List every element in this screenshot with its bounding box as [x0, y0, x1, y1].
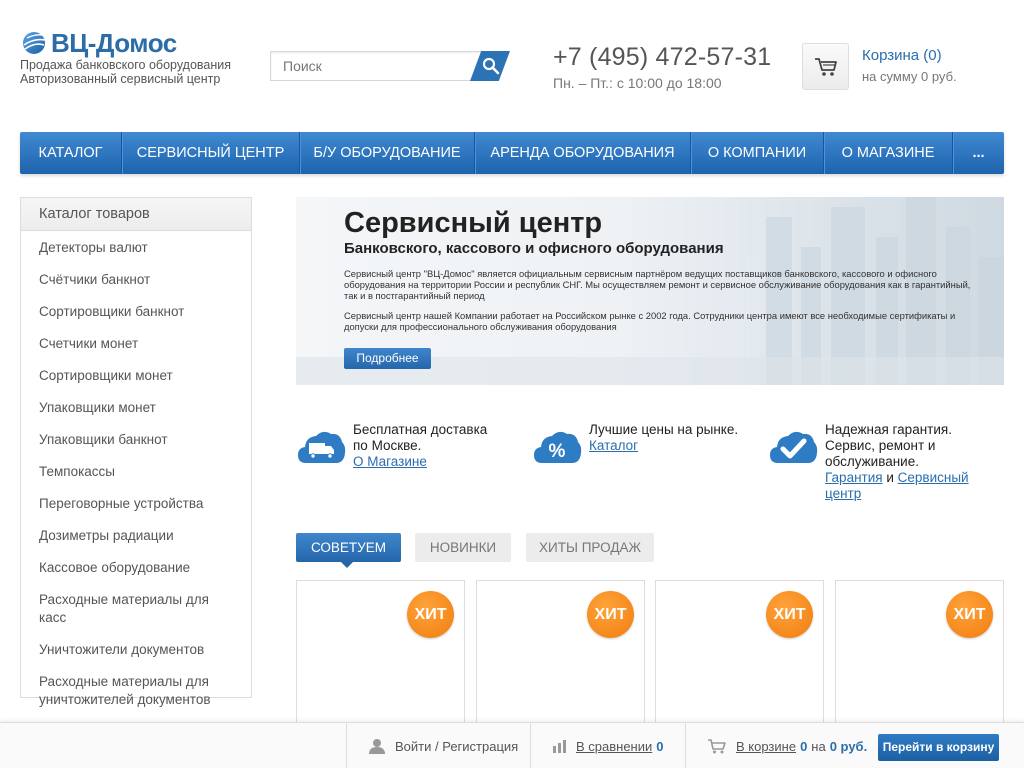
- login-register-label[interactable]: Войти / Регистрация: [395, 739, 518, 754]
- cart-label[interactable]: В корзине: [736, 739, 796, 754]
- logo-subtitle-2: Авторизованный сервисный центр: [20, 72, 221, 86]
- cart-icon: [708, 739, 726, 754]
- nav-equipment-rental[interactable]: АРЕНДА ОБОРУДОВАНИЯ: [475, 132, 691, 174]
- search-form: [270, 51, 510, 81]
- sidebar-item-tempo-cashboxes[interactable]: Темпокассы: [21, 456, 251, 488]
- about-store-link[interactable]: О Магазине: [353, 454, 427, 469]
- phone-number[interactable]: +7 (495) 472-57-31: [553, 43, 771, 72]
- login-register[interactable]: Войти / Регистрация: [368, 723, 518, 768]
- active-tab-arrow: [340, 561, 354, 568]
- sidebar-item-banknote-packers[interactable]: Упаковщики банкнот: [21, 424, 251, 456]
- svg-text:%: %: [549, 441, 566, 462]
- logo-globe-icon: [23, 32, 46, 54]
- sidebar-item-cash-consumables[interactable]: Расходные материалы для касс: [21, 584, 251, 634]
- compare-label[interactable]: В сравнении: [576, 739, 652, 754]
- bottom-panel: Войти / Регистрация В сравнении 0 В корз…: [0, 722, 1024, 768]
- feature-warranty-line-1: Надежная гарантия.: [825, 422, 952, 437]
- feature-delivery-line-1: Бесплатная доставка: [353, 422, 488, 437]
- sidebar-item-cash-equipment[interactable]: Кассовое оборудование: [21, 552, 251, 584]
- banner-title: Сервисный центр: [344, 207, 603, 239]
- banner-subtitle: Банковского, кассового и офисного оборуд…: [344, 240, 724, 257]
- compare-chart-icon: [553, 740, 566, 753]
- logo-title: ВЦ-Домос: [51, 28, 177, 58]
- checkmark-cloud-icon: [770, 431, 818, 463]
- nav-used-equipment[interactable]: Б/У ОБОРУДОВАНИЕ: [300, 132, 475, 174]
- cart-link[interactable]: Корзина (0): [862, 47, 942, 64]
- feature-prices: % Лучшие цены на рынке. Каталог: [532, 422, 738, 467]
- nav-catalog[interactable]: КАТАЛОГ: [20, 132, 122, 174]
- nav-about-company[interactable]: О КОМПАНИИ: [691, 132, 824, 174]
- hit-badge: ХИТ: [946, 591, 993, 638]
- product-card[interactable]: ХИТ: [835, 580, 1004, 730]
- sidebar-item-coin-sorters[interactable]: Сортировщики монет: [21, 360, 251, 392]
- cart-sum: на сумму 0 руб.: [862, 69, 957, 84]
- sidebar-item-banknote-sorters[interactable]: Сортировщики банкнот: [21, 296, 251, 328]
- cart-widget[interactable]: В корзине 0 на 0 руб.: [707, 723, 867, 768]
- compare-widget[interactable]: В сравнении 0: [552, 723, 664, 768]
- go-to-cart-button[interactable]: Перейти в корзину: [878, 734, 999, 761]
- catalog-link[interactable]: Каталог: [589, 438, 638, 453]
- sidebar-title[interactable]: Каталог товаров: [21, 198, 251, 231]
- sidebar-item-shredders[interactable]: Уничтожители документов: [21, 634, 251, 666]
- cart-total: 0 руб.: [829, 738, 868, 754]
- sidebar-item-coin-packers[interactable]: Упаковщики монет: [21, 392, 251, 424]
- sidebar-item-shredder-consumables[interactable]: Расходные материалы для уничтожителей до…: [21, 666, 251, 716]
- feature-prices-line-1: Лучшие цены на рынке.: [589, 422, 739, 437]
- feature-warranty-line-2: Сервис, ремонт и: [825, 438, 936, 453]
- search-input[interactable]: [270, 51, 482, 81]
- logo[interactable]: ВЦ-Домос Продажа банковского оборудовани…: [20, 28, 250, 86]
- warranty-link[interactable]: Гарантия: [825, 470, 883, 485]
- nav-service-center[interactable]: СЕРВИСНЫЙ ЦЕНТР: [122, 132, 300, 174]
- promo-banner: Сервисный центр Банковского, кассового и…: [296, 197, 1004, 385]
- sidebar-item-dosimeters[interactable]: Дозиметры радиации: [21, 520, 251, 552]
- feature-delivery-line-2: по Москве.: [353, 438, 422, 453]
- nav-more[interactable]: ...: [953, 132, 1004, 174]
- main-nav: КАТАЛОГ СЕРВИСНЫЙ ЦЕНТР Б/У ОБОРУДОВАНИЕ…: [20, 132, 1004, 174]
- tab-bestsellers[interactable]: ХИТЫ ПРОДАЖ: [526, 533, 654, 562]
- cart-button[interactable]: [802, 43, 849, 90]
- product-card[interactable]: ХИТ: [655, 580, 824, 730]
- compare-count: 0: [656, 738, 664, 754]
- nav-about-store[interactable]: О МАГАЗИНЕ: [824, 132, 953, 174]
- banner-more-button[interactable]: Подробнее: [344, 348, 431, 369]
- feature-warranty: Надежная гарантия. Сервис, ремонт и обсл…: [768, 422, 969, 502]
- hit-badge: ХИТ: [766, 591, 813, 638]
- divider: [685, 723, 686, 768]
- sidebar-item-intercoms[interactable]: Переговорные устройства: [21, 488, 251, 520]
- logo-subtitle-1: Продажа банковского оборудования: [20, 58, 232, 72]
- hit-badge: ХИТ: [587, 591, 634, 638]
- cart-icon: [814, 57, 837, 76]
- product-card[interactable]: ХИТ: [476, 580, 645, 730]
- tab-new[interactable]: НОВИНКИ: [415, 533, 511, 562]
- catalog-sidebar: Каталог товаров Детекторы валют Счётчики…: [20, 197, 252, 707]
- sidebar-item-banknote-counters[interactable]: Счётчики банкнот: [21, 264, 251, 296]
- divider: [346, 723, 347, 768]
- cart-count: 0: [800, 738, 808, 754]
- service-center-link-cont[interactable]: центр: [825, 486, 861, 501]
- banner-paragraph-1: Сервисный центр "ВЦ-Домос" является офиц…: [344, 268, 971, 301]
- tab-recommended[interactable]: СОВЕТУЕМ: [296, 533, 401, 562]
- banner-paragraph-2: Сервисный центр нашей Компании работает …: [344, 310, 956, 332]
- divider: [530, 723, 531, 768]
- search-icon: [482, 57, 500, 75]
- feature-delivery: Бесплатная доставка по Москве. О Магазин…: [296, 422, 487, 470]
- hit-badge: ХИТ: [407, 591, 454, 638]
- percent-badge-icon: %: [534, 431, 582, 463]
- user-icon: [369, 739, 385, 754]
- feature-warranty-line-3: обслуживание.: [825, 454, 919, 469]
- feature-warranty-conj: и: [886, 470, 894, 485]
- service-center-link[interactable]: Сервисный: [898, 470, 969, 485]
- working-hours: Пн. – Пт.: с 10:00 до 18:00: [553, 75, 722, 91]
- sidebar-item-currency-detectors[interactable]: Детекторы валют: [21, 232, 251, 264]
- sidebar-item-coin-counters[interactable]: Счетчики монет: [21, 328, 251, 360]
- product-card[interactable]: ХИТ: [296, 580, 465, 730]
- cart-on-label: на: [811, 738, 826, 754]
- delivery-truck-icon: [298, 431, 346, 463]
